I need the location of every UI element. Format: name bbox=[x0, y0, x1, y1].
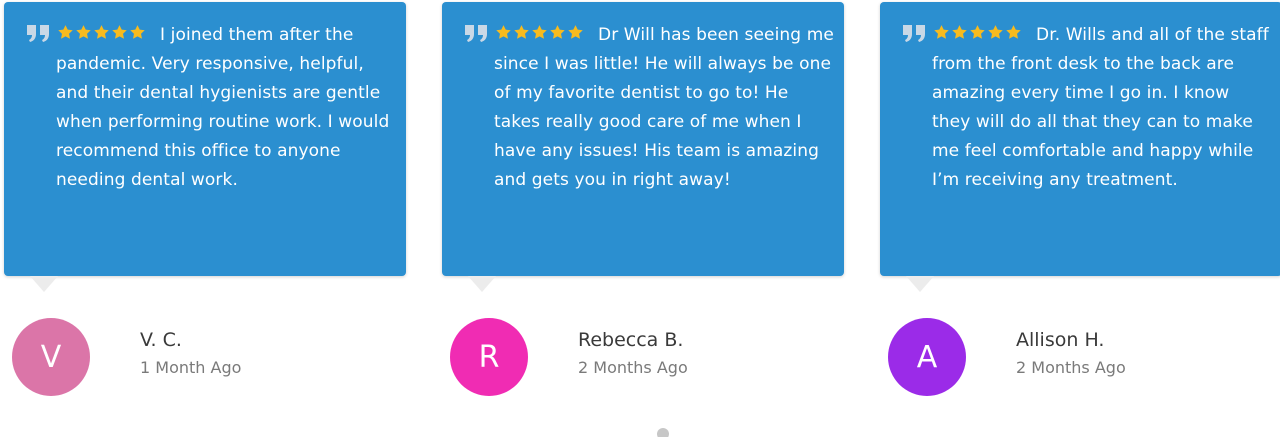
review-text: Dr Will has been seeing me since I was l… bbox=[494, 25, 834, 190]
avatar: R bbox=[450, 318, 528, 396]
avatar: V bbox=[12, 318, 90, 396]
review-card: Dr. Wills and all of the staff from the … bbox=[880, 2, 1280, 276]
avatar: A bbox=[888, 318, 966, 396]
review-item: Dr Will has been seeing me since I was l… bbox=[442, 0, 846, 400]
card-pointer bbox=[468, 276, 496, 292]
review-text: Dr. Wills and all of the staff from the … bbox=[932, 25, 1269, 190]
review-time: 2 Months Ago bbox=[578, 358, 688, 377]
review-item: I joined them after the pandemic. Very r… bbox=[4, 0, 408, 400]
card-pointer bbox=[906, 276, 934, 292]
review-card: Dr Will has been seeing me since I was l… bbox=[442, 2, 844, 276]
quote-icon bbox=[903, 25, 925, 42]
reviewer-name: Allison H. bbox=[1016, 329, 1105, 351]
review-card: I joined them after the pandemic. Very r… bbox=[4, 2, 406, 276]
quote-icon bbox=[465, 25, 487, 42]
quote-icon bbox=[27, 25, 49, 42]
review-time: 1 Month Ago bbox=[140, 358, 242, 377]
reviews-carousel: I joined them after the pandemic. Very r… bbox=[0, 0, 1280, 437]
review-item: Dr. Wills and all of the staff from the … bbox=[880, 0, 1280, 400]
card-pointer bbox=[30, 276, 58, 292]
reviewer-name: Rebecca B. bbox=[578, 329, 684, 351]
reviewer-name: V. C. bbox=[140, 329, 182, 351]
carousel-dot[interactable] bbox=[657, 428, 669, 437]
review-time: 2 Months Ago bbox=[1016, 358, 1126, 377]
review-text: I joined them after the pandemic. Very r… bbox=[56, 25, 390, 190]
